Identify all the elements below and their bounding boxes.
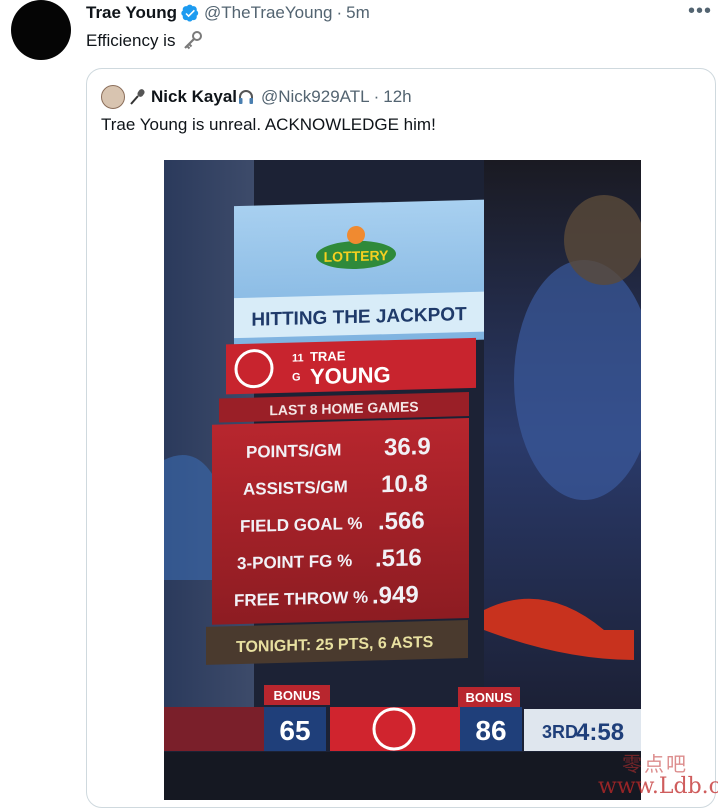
quoted-tweet-header: Nick Kayal @Nick929ATL · 12h xyxy=(101,85,412,109)
player-first-name: TRAE xyxy=(310,348,346,364)
quoted-author-avatar xyxy=(101,85,125,109)
stat-value: .566 xyxy=(378,507,425,535)
quoted-author-handle[interactable]: @Nick929ATL xyxy=(261,87,370,107)
game-clock: 4:58 xyxy=(576,719,624,746)
court-floor xyxy=(164,752,641,800)
more-options-icon[interactable]: ••• xyxy=(688,0,712,23)
separator-dot: · xyxy=(336,3,343,22)
away-score: 65 xyxy=(279,715,310,746)
player-position: G xyxy=(292,371,301,383)
stat-value: .516 xyxy=(375,544,422,572)
broadcast-graphic: LOTTERY HITTING THE JACKPOT 11 G TRAE YO… xyxy=(164,160,641,800)
tweet-text: Efficiency is xyxy=(86,31,176,50)
stat-value: 10.8 xyxy=(381,470,428,498)
sponsor-text: LOTTERY xyxy=(324,247,389,265)
quoted-tweet-text: Trae Young is unreal. ACKNOWLEDGE him! xyxy=(101,115,436,134)
verified-badge-icon xyxy=(181,4,199,22)
home-team-box xyxy=(330,707,460,751)
player-last-name: YOUNG xyxy=(310,362,391,389)
home-bonus: BONUS xyxy=(466,690,513,705)
author-name[interactable]: Trae Young xyxy=(86,3,177,23)
headphones-icon xyxy=(239,90,253,104)
quoted-tweet-card[interactable]: Nick Kayal @Nick929ATL · 12h Trae Young … xyxy=(86,68,716,808)
hawks-logo-icon xyxy=(234,349,274,389)
author-avatar[interactable] xyxy=(11,0,71,60)
tweet-photo[interactable]: LOTTERY HITTING THE JACKPOT 11 G TRAE YO… xyxy=(164,160,641,800)
author-handle[interactable]: @TheTraeYoung xyxy=(204,3,332,23)
quoted-author-name[interactable]: Nick Kayal xyxy=(151,87,237,107)
watermark-en: www.Ldb.cc xyxy=(598,774,718,799)
tweet-body: Efficiency is xyxy=(86,30,203,52)
separator-dot: · xyxy=(373,87,380,106)
key-icon xyxy=(184,31,203,50)
stat-label: 3-POINT FG % xyxy=(237,551,352,573)
watermark-cn: 零点吧 xyxy=(622,754,688,776)
stat-value: 36.9 xyxy=(384,433,431,461)
player-number: 11 xyxy=(292,352,304,364)
stat-value: .949 xyxy=(372,581,419,609)
player-head xyxy=(564,195,641,285)
stat-label: FREE THROW % xyxy=(234,588,368,611)
stat-label: FIELD GOAL % xyxy=(240,514,362,536)
quoted-tweet-time[interactable]: 12h xyxy=(383,87,411,107)
tweet-header: Trae Young @TheTraeYoung · 5m xyxy=(86,3,370,23)
stat-label: ASSISTS/GM xyxy=(243,477,348,499)
stat-label: POINTS/GM xyxy=(246,440,341,461)
home-score: 86 xyxy=(475,715,506,746)
stats-panel: LOTTERY HITTING THE JACKPOT 11 G TRAE YO… xyxy=(206,199,484,665)
period: 3RD xyxy=(542,722,578,742)
tweet-time[interactable]: 5m xyxy=(346,3,370,23)
microphone-icon xyxy=(130,89,145,105)
away-bonus: BONUS xyxy=(274,688,321,703)
